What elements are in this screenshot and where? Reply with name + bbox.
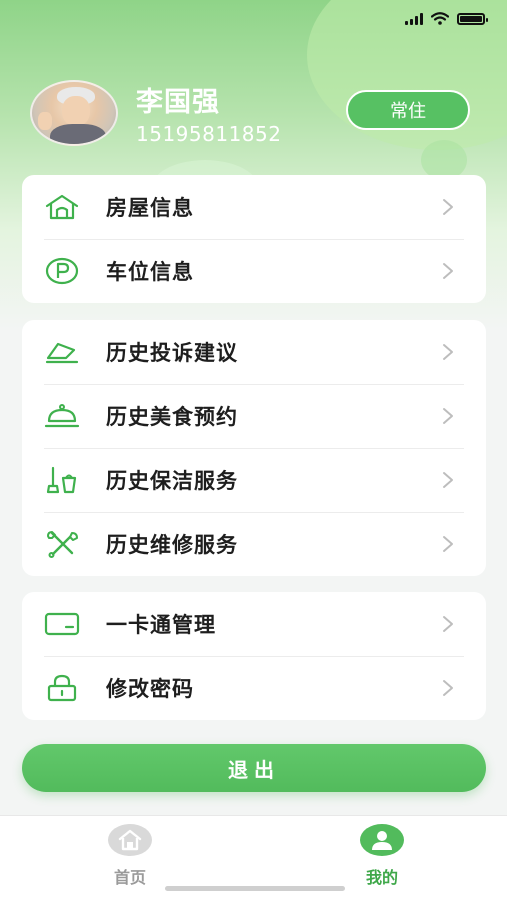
house-icon [44, 193, 80, 221]
chevron-right-icon [443, 680, 453, 696]
card-icon [44, 610, 80, 638]
chevron-right-icon [443, 199, 453, 215]
avatar[interactable] [30, 80, 118, 146]
menu-item-label: 历史美食预约 [106, 405, 238, 429]
menu-item-label: 历史保洁服务 [106, 469, 238, 493]
chevron-right-icon [443, 408, 453, 424]
menu-item-change-password[interactable]: 修改密码 [22, 656, 486, 720]
logout-button[interactable]: 退出 [22, 744, 486, 792]
menu-item-label: 历史维修服务 [106, 533, 238, 557]
tab-label: 我的 [365, 868, 398, 887]
user-phone: 15195811852 [136, 122, 282, 146]
tab-home[interactable]: 首页 [90, 824, 170, 888]
cleaning-icon [44, 466, 80, 494]
feedback-icon [44, 338, 80, 366]
status-bar [405, 12, 488, 25]
menu-item-house-info[interactable]: 房屋信息 [22, 175, 486, 239]
menu-item-parking-info[interactable]: 车位信息 [22, 239, 486, 303]
decorative-blob [421, 140, 467, 180]
signal-icon [405, 12, 423, 25]
menu-item-card-management[interactable]: 一卡通管理 [22, 592, 486, 656]
chevron-right-icon [443, 616, 453, 632]
wifi-icon [431, 12, 449, 25]
menu-card-property: 房屋信息 车位信息 [22, 175, 486, 303]
home-indicator [165, 886, 345, 891]
menu-item-label: 修改密码 [106, 677, 194, 701]
chevron-right-icon [443, 263, 453, 279]
menu-item-complaint-history[interactable]: 历史投诉建议 [22, 320, 486, 384]
profile-tab-icon [360, 824, 404, 856]
menu-item-food-reservation-history[interactable]: 历史美食预约 [22, 384, 486, 448]
user-name: 李国强 [136, 87, 220, 118]
battery-icon [457, 12, 488, 25]
food-cloche-icon [44, 402, 80, 430]
menu-item-label: 历史投诉建议 [106, 341, 238, 365]
menu-item-label: 房屋信息 [106, 196, 194, 220]
home-tab-icon [108, 824, 152, 856]
menu-item-repair-history[interactable]: 历史维修服务 [22, 512, 486, 576]
menu-item-label: 一卡通管理 [106, 613, 216, 637]
menu-item-label: 车位信息 [106, 260, 194, 284]
tab-label: 首页 [113, 868, 146, 887]
chevron-right-icon [443, 472, 453, 488]
resident-status-badge[interactable]: 常住 [346, 90, 470, 130]
lock-icon [44, 674, 80, 702]
chevron-right-icon [443, 344, 453, 360]
menu-item-cleaning-history[interactable]: 历史保洁服务 [22, 448, 486, 512]
repair-tools-icon [44, 530, 80, 558]
parking-icon [44, 257, 80, 285]
chevron-right-icon [443, 536, 453, 552]
menu-card-account: 一卡通管理 修改密码 [22, 592, 486, 720]
menu-card-history: 历史投诉建议 历史美食预约 历史保洁服务 历史维修服务 [22, 320, 486, 576]
tab-mine[interactable]: 我的 [342, 824, 422, 888]
